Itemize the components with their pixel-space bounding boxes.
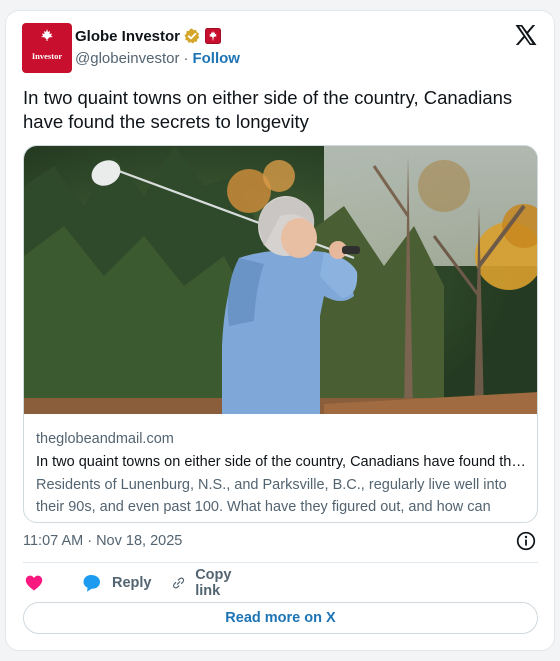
link-description: Residents of Lunenburg, N.S., and Parksv…: [36, 477, 507, 515]
link-preview-card[interactable]: theglobeandmail.com In two quaint towns …: [23, 145, 538, 523]
display-name[interactable]: Globe Investor: [75, 28, 180, 45]
copy-link-label: Copy link: [195, 567, 232, 599]
maple-leaf-affiliate-icon[interactable]: [205, 28, 222, 44]
separator-dot: ·: [183, 50, 189, 67]
follow-link[interactable]: Follow: [192, 50, 240, 67]
link-preview-image[interactable]: [24, 146, 538, 414]
link-title[interactable]: In two quaint towns on either side of th…: [36, 452, 526, 472]
copy-link-button[interactable]: Copy link: [172, 567, 238, 599]
link-meta: theglobeandmail.com In two quaint towns …: [36, 430, 526, 518]
gold-verified-badge-icon: [184, 28, 200, 44]
avatar-wordmark: Investor: [31, 51, 63, 61]
read-more-button[interactable]: Read more on X: [23, 602, 538, 634]
link-domain: theglobeandmail.com: [36, 431, 174, 447]
link-chain-icon: [173, 577, 185, 589]
maple-leaf-icon: [41, 29, 53, 41]
account-name-row: Globe Investor: [75, 27, 222, 45]
reply-button[interactable]: Reply: [82, 571, 152, 595]
tweet-timestamp[interactable]: 11:07 AM · Nov 18, 2025: [23, 533, 182, 549]
info-icon[interactable]: [516, 531, 536, 551]
like-button[interactable]: [24, 571, 54, 595]
handle-row: @globeinvestor · Follow: [75, 50, 240, 67]
reply-bubble-icon: [83, 575, 100, 592]
reply-label: Reply: [112, 575, 152, 591]
account-handle[interactable]: @globeinvestor: [75, 50, 179, 67]
heart-icon: [25, 575, 43, 591]
avatar[interactable]: Investor: [22, 23, 72, 73]
tweet-embed-card: Investor Globe Investor @globeinvestor ·…: [5, 10, 555, 651]
x-logo-icon[interactable]: [515, 25, 537, 45]
divider: [23, 562, 538, 563]
tweet-text: In two quaint towns on either side of th…: [23, 87, 513, 132]
